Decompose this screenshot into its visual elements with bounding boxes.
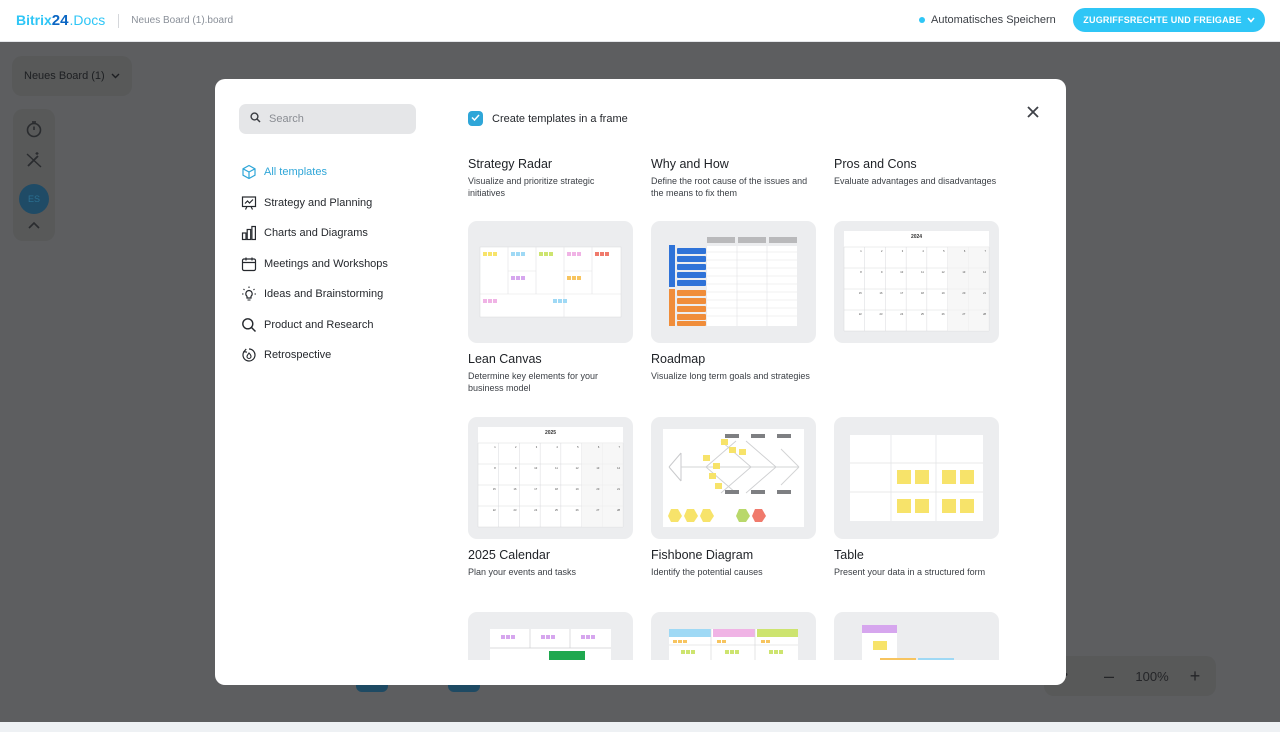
frame-checkbox-row[interactable]: Create templates in a frame bbox=[468, 111, 628, 126]
template-description: Visualize long term goals and strategies bbox=[651, 371, 810, 381]
category-ideas-brainstorming[interactable]: Ideas and Brainstorming bbox=[240, 279, 430, 310]
template-thumbnail-calendar-2025[interactable]: 2025 1 2 3 4 5 6 7 8 9 10 11 12 13 14 15 16 17 18 19 20 21 22 2… bbox=[468, 417, 633, 539]
category-label: All templates bbox=[264, 166, 327, 179]
autosave-label: Automatisches Speichern bbox=[931, 14, 1056, 26]
zoom-controls: • – 100% + bbox=[1044, 656, 1216, 696]
category-meetings-workshops[interactable]: Meetings and Workshops bbox=[240, 249, 430, 280]
template-title: Table bbox=[834, 548, 864, 562]
top-bar: Bitrix 24 .Docs Neues Board (1).board Auto… bbox=[0, 0, 1280, 42]
chevron-up-icon[interactable] bbox=[24, 216, 44, 236]
category-product-research[interactable]: Product and Research bbox=[240, 310, 430, 341]
search-input[interactable] bbox=[269, 113, 409, 125]
template-card-roadmap[interactable]: Roadmap Visualize long term goals and st… bbox=[651, 352, 816, 396]
calendar-year: 2024 bbox=[911, 234, 922, 240]
bottom-strip bbox=[0, 722, 1280, 732]
bar-chart-icon bbox=[240, 225, 257, 242]
template-description: Determine key elements for your business… bbox=[468, 371, 599, 393]
share-button-label: ZUGRIFFSRECHTE UND FREIGABE bbox=[1083, 15, 1242, 25]
template-description: Present your data in a structured form bbox=[834, 567, 986, 577]
template-thumbnail[interactable] bbox=[834, 612, 999, 660]
app-logo[interactable]: Bitrix 24 .Docs bbox=[16, 12, 105, 29]
template-thumbnail-lean-canvas[interactable] bbox=[468, 221, 633, 343]
calendar-year: 2025 bbox=[545, 430, 556, 436]
template-description: Evaluate advantages and disadvantages bbox=[834, 176, 997, 186]
autosave-status: Automatisches Speichern bbox=[919, 14, 1056, 26]
close-button[interactable] bbox=[1023, 103, 1043, 123]
cycle-icon bbox=[240, 347, 257, 364]
category-charts-diagrams[interactable]: Charts and Diagrams bbox=[240, 218, 430, 249]
template-description: Identify the potential causes bbox=[651, 567, 763, 577]
divider bbox=[118, 13, 120, 28]
category-label: Meetings and Workshops bbox=[264, 257, 388, 270]
checkbox-checked-icon[interactable] bbox=[468, 111, 483, 126]
template-thumbnail-calendar-2024[interactable]: 2024 1 2 3 4 5 6 7 8 9 10 11 12 13 14 15 16 17 18 19 20 21 22 2… bbox=[834, 221, 999, 343]
presentation-chart-icon bbox=[240, 194, 257, 211]
template-thumbnail-fishbone[interactable] bbox=[651, 417, 816, 539]
board-file-name[interactable]: Neues Board (1).board bbox=[131, 15, 233, 26]
template-grid: Strategy Radar Visualize and prioritize … bbox=[468, 157, 1028, 660]
logo-text: Bitrix bbox=[16, 12, 52, 28]
template-thumbnail[interactable] bbox=[651, 612, 816, 660]
search-icon bbox=[250, 110, 261, 128]
template-card-lean-canvas[interactable]: Lean Canvas Determine key elements for y… bbox=[468, 352, 633, 396]
magic-wand-off-icon[interactable] bbox=[24, 151, 44, 171]
template-title: Why and How bbox=[651, 157, 729, 171]
template-card-why-and-how[interactable]: Why and How Define the root cause of the… bbox=[651, 157, 816, 201]
template-title: Lean Canvas bbox=[468, 352, 542, 366]
template-card-strategy-radar[interactable]: Strategy Radar Visualize and prioritize … bbox=[468, 157, 633, 201]
template-thumbnail[interactable] bbox=[468, 612, 633, 660]
category-label: Retrospective bbox=[264, 349, 332, 362]
template-description: Visualize and prioritize strategic initi… bbox=[468, 176, 595, 198]
tool-panel: ES bbox=[13, 109, 55, 241]
template-card-fishbone-diagram[interactable]: Fishbone Diagram Identify the potential … bbox=[651, 548, 816, 592]
template-title: Pros and Cons bbox=[834, 157, 917, 171]
status-dot-icon bbox=[919, 17, 925, 23]
frame-checkbox-label: Create templates in a frame bbox=[492, 112, 628, 125]
template-title: Strategy Radar bbox=[468, 157, 553, 171]
template-thumbnail-table[interactable] bbox=[834, 417, 999, 539]
cube-icon bbox=[240, 164, 257, 181]
template-picker-modal: All templates Strategy and Planning Char… bbox=[215, 79, 1066, 685]
search-box[interactable] bbox=[239, 104, 416, 134]
board-name-menu[interactable]: Neues Board (1) bbox=[12, 56, 132, 96]
category-retrospective[interactable]: Retrospective bbox=[240, 340, 430, 371]
template-description: Plan your events and tasks bbox=[468, 567, 577, 577]
template-thumbnail-roadmap[interactable] bbox=[651, 221, 816, 343]
category-label: Ideas and Brainstorming bbox=[264, 288, 384, 301]
template-title: Fishbone Diagram bbox=[651, 548, 754, 562]
avatar[interactable]: ES bbox=[19, 184, 49, 214]
zoom-level: 100% bbox=[1135, 668, 1169, 684]
magnifier-icon bbox=[240, 316, 257, 333]
category-all-templates[interactable]: All templates bbox=[240, 157, 430, 188]
board-name: Neues Board (1) bbox=[24, 70, 105, 82]
template-card-pros-and-cons[interactable]: Pros and Cons Evaluate advantages and di… bbox=[834, 157, 999, 201]
calendar-icon bbox=[240, 255, 257, 272]
category-label: Charts and Diagrams bbox=[264, 227, 368, 240]
zoom-out-button[interactable]: – bbox=[1096, 666, 1122, 687]
category-list: All templates Strategy and Planning Char… bbox=[240, 157, 430, 371]
close-icon bbox=[1027, 106, 1039, 118]
share-access-button[interactable]: ZUGRIFFSRECHTE UND FREIGABE bbox=[1073, 8, 1265, 32]
category-strategy-planning[interactable]: Strategy and Planning bbox=[240, 188, 430, 219]
timer-icon[interactable] bbox=[24, 120, 44, 140]
chevron-down-icon bbox=[111, 70, 120, 82]
template-card-2025-calendar[interactable]: 2025 Calendar Plan your events and tasks bbox=[468, 548, 633, 592]
category-label: Strategy and Planning bbox=[264, 196, 373, 209]
template-description: Define the root cause of the issues and … bbox=[651, 176, 808, 198]
template-title: 2025 Calendar bbox=[468, 548, 551, 562]
zoom-in-button[interactable]: + bbox=[1182, 666, 1208, 687]
template-card-table[interactable]: Table Present your data in a structured … bbox=[834, 548, 999, 592]
template-title: Roadmap bbox=[651, 352, 706, 366]
category-label: Product and Research bbox=[264, 318, 374, 331]
logo-number: 24 bbox=[51, 12, 69, 29]
chevron-down-icon bbox=[1247, 15, 1255, 25]
logo-suffix: .Docs bbox=[69, 12, 106, 28]
lightbulb-icon bbox=[240, 286, 257, 303]
